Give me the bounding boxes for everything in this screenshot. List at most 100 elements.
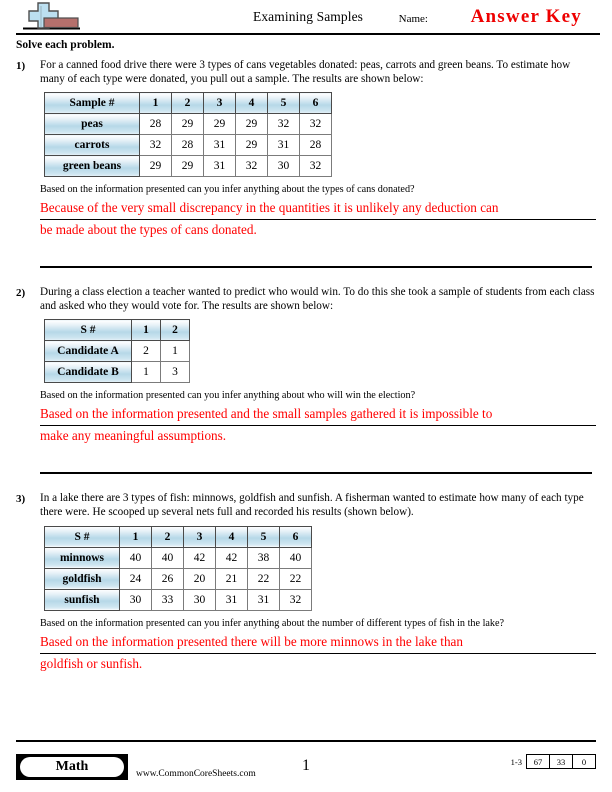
table-header-cell: 4 [215, 525, 248, 548]
table-cell: 38 [247, 546, 280, 569]
problem-3-answer: Based on the information presented there… [40, 632, 596, 674]
problem-3-table: S # 1 2 3 4 5 6 minnows 40 40 42 42 38 4… [44, 525, 312, 611]
problem-1-number: 1) [16, 60, 26, 72]
table-cell: 33 [151, 588, 184, 611]
table-header-cell: 1 [131, 319, 161, 342]
table-cell: 31 [203, 155, 236, 178]
problem-separator [40, 266, 592, 269]
table-row: Candidate A 2 1 [44, 340, 190, 363]
table-cell: 3 [160, 361, 190, 384]
table-header-cell: 1 [119, 525, 152, 548]
table-cell: 40 [119, 546, 152, 569]
table-cell: 29 [171, 155, 204, 178]
problem-1-question: Based on the information presented can y… [40, 184, 415, 196]
table-row-label: Candidate A [44, 340, 132, 363]
table-header-cell: 6 [279, 525, 312, 548]
table-cell: 42 [183, 546, 216, 569]
table-row: Candidate B 1 3 [44, 361, 190, 384]
problem-2-text: During a class election a teacher wanted… [40, 286, 595, 312]
table-cell: 32 [139, 134, 172, 157]
table-cell: 31 [247, 588, 280, 611]
name-label: Name: [398, 13, 428, 25]
problem-1-answer: Because of the very small discrepancy in… [40, 198, 596, 240]
problem-2-answer: Based on the information presented and t… [40, 404, 596, 446]
table-cell: 26 [151, 567, 184, 590]
instructions: Solve each problem. [16, 39, 115, 51]
problem-range: 1-3 [510, 757, 522, 767]
table-row-label: green beans [44, 155, 140, 178]
table-header-cell: 5 [247, 525, 280, 548]
table-cell: 24 [119, 567, 152, 590]
table-cell: 21 [215, 567, 248, 590]
table-header-cell: 5 [267, 92, 300, 115]
problem-3-text: In a lake there are 3 types of fish: min… [40, 492, 584, 518]
table-cell: 29 [235, 134, 268, 157]
table-cell: 31 [215, 588, 248, 611]
table-header-cell: 3 [183, 525, 216, 548]
table-header-cell: 2 [160, 319, 190, 342]
problem-2-question: Based on the information presented can y… [40, 390, 416, 402]
score-box: 33 [549, 754, 573, 769]
table-row: green beans 29 29 31 32 30 32 [44, 155, 332, 178]
table-header-cell: Sample # [44, 92, 140, 115]
table-header-cell: 3 [203, 92, 236, 115]
table-cell: 29 [203, 113, 236, 136]
table-cell: 2 [131, 340, 161, 363]
answer-line: goldfish or sunfish. [40, 655, 143, 671]
table-row: goldfish 24 26 20 21 22 22 [44, 567, 312, 590]
table-row-label: peas [44, 113, 140, 136]
problem-1-text: For a canned food drive there were 3 typ… [40, 59, 571, 85]
answer-key-stamp: Answer Key [470, 6, 582, 27]
table-cell: 32 [299, 155, 332, 178]
table-cell: 40 [279, 546, 312, 569]
problem-1: 1) For a canned food drive there were 3 … [16, 55, 596, 240]
table-cell: 42 [215, 546, 248, 569]
table-row: sunfish 30 33 30 31 31 32 [44, 588, 312, 611]
table-row-label: goldfish [44, 567, 120, 590]
table-cell: 22 [279, 567, 312, 590]
problem-2: 2) During a class election a teacher wan… [16, 282, 596, 446]
score-box: 0 [572, 754, 596, 769]
table-row: carrots 32 28 31 29 31 28 [44, 134, 332, 157]
table-cell: 29 [171, 113, 204, 136]
table-row-label: carrots [44, 134, 140, 157]
page-header: Examining Samples Name: Answer Key [16, 0, 600, 36]
table-header-cell: 1 [139, 92, 172, 115]
score-key: 1-3 67 33 0 [511, 754, 596, 769]
table-header-cell: S # [44, 319, 132, 342]
table-cell: 1 [131, 361, 161, 384]
table-cell: 1 [160, 340, 190, 363]
table-cell: 31 [203, 134, 236, 157]
table-header-cell: 4 [235, 92, 268, 115]
table-header-cell: 6 [299, 92, 332, 115]
table-cell: 29 [235, 113, 268, 136]
table-row-label: sunfish [44, 588, 120, 611]
problem-2-table: S # 1 2 Candidate A 2 1 Candidate B 1 3 [44, 319, 190, 384]
problem-3-question: Based on the information presented can y… [40, 617, 505, 629]
answer-line: Based on the information presented and t… [40, 404, 596, 427]
table-cell: 28 [299, 134, 332, 157]
footer-divider [16, 740, 596, 742]
table-cell: 32 [235, 155, 268, 178]
page-footer: Math www.CommonCoreSheets.com 1 1-3 67 3… [0, 740, 612, 792]
table-cell: 32 [279, 588, 312, 611]
score-box: 67 [526, 754, 550, 769]
table-cell: 32 [267, 113, 300, 136]
problem-1-table: Sample # 1 2 3 4 5 6 peas 28 29 29 29 32… [44, 92, 332, 178]
table-cell: 22 [247, 567, 280, 590]
table-header-row: S # 1 2 [44, 319, 190, 342]
table-row: minnows 40 40 42 42 38 40 [44, 546, 312, 569]
problem-3: 3) In a lake there are 3 types of fish: … [16, 488, 596, 673]
table-header-cell: S # [44, 525, 120, 548]
table-header-row: S # 1 2 3 4 5 6 [44, 525, 312, 548]
table-cell: 32 [299, 113, 332, 136]
table-row-label: minnows [44, 546, 120, 569]
table-row: peas 28 29 29 29 32 32 [44, 113, 332, 136]
table-cell: 28 [139, 113, 172, 136]
table-cell: 30 [183, 588, 216, 611]
table-cell: 28 [171, 134, 204, 157]
table-cell: 30 [119, 588, 152, 611]
table-cell: 30 [267, 155, 300, 178]
table-cell: 40 [151, 546, 184, 569]
answer-line: be made about the types of cans donated. [40, 222, 257, 238]
